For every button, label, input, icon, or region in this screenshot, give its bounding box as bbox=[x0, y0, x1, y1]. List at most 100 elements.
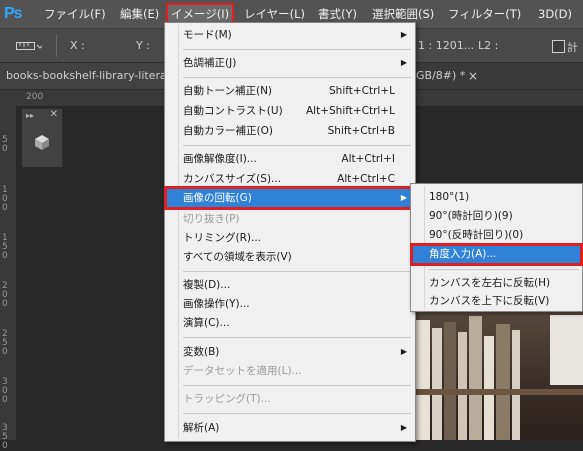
menu-separator bbox=[183, 337, 411, 338]
menu-item-label: すべての領域を表示(V) bbox=[183, 251, 292, 263]
menu-item-duplicate[interactable]: 複製(D)... bbox=[167, 275, 413, 295]
menu-image[interactable]: イメージ(I) bbox=[165, 3, 235, 25]
ruler-tick: 5 0 bbox=[2, 135, 8, 154]
shelf-board bbox=[410, 389, 583, 395]
menu-item-label: 自動カラー補正(O) bbox=[183, 125, 273, 137]
floating-tool-panel: ▸▸ ✕ bbox=[21, 108, 63, 168]
submenu-arrow-icon: ▶ bbox=[400, 193, 407, 202]
menu-item-variables[interactable]: 変数(B) ▶ bbox=[167, 342, 413, 362]
menu-item-label: 色調補正(J) bbox=[183, 57, 237, 69]
menu-item-image-size[interactable]: 画像解像度(I)... Alt+Ctrl+I bbox=[167, 149, 413, 169]
menu-3d[interactable]: 3D(D) bbox=[534, 4, 576, 24]
document-image bbox=[410, 305, 583, 440]
close-tab-icon[interactable]: × bbox=[462, 63, 484, 89]
rotation-submenu: 180°(1) 90°(時計回り)(9) 90°(反時計回り)(0) 角度入力(… bbox=[410, 183, 583, 312]
menu-item-auto-tone[interactable]: 自動トーン補正(N) Shift+Ctrl+L bbox=[167, 81, 413, 101]
checkbox-label: 計 bbox=[567, 41, 578, 54]
book-spine bbox=[496, 324, 510, 440]
menu-item-label: 変数(B) bbox=[183, 346, 220, 358]
ruler-tick: 2 0 0 bbox=[2, 281, 8, 309]
menu-item-rotate-90-ccw[interactable]: 90°(反時計回り)(0) bbox=[413, 225, 580, 245]
ruler-tool-icon[interactable] bbox=[16, 41, 44, 50]
photoshop-logo: Ps bbox=[4, 5, 23, 22]
menu-shortcut: Alt+Ctrl+I bbox=[341, 153, 395, 165]
menu-file[interactable]: ファイル(F) bbox=[40, 4, 110, 24]
menu-item-label: 自動トーン補正(N) bbox=[183, 85, 273, 97]
book-spine bbox=[444, 322, 456, 440]
menu-type[interactable]: 書式(Y) bbox=[314, 4, 361, 24]
3d-cube-icon[interactable] bbox=[33, 133, 51, 151]
menu-item-auto-contrast[interactable]: 自動コントラスト(U) Alt+Shift+Ctrl+L bbox=[167, 101, 413, 121]
menu-item-canvas-size[interactable]: カンバスサイズ(S)... Alt+Ctrl+C bbox=[167, 169, 413, 189]
menu-separator bbox=[429, 269, 579, 270]
book-spine bbox=[416, 320, 430, 440]
menu-separator bbox=[183, 145, 411, 146]
menu-item-adjustments[interactable]: 色調補正(J) ▶ bbox=[167, 53, 413, 73]
menu-item-rotate-90-cw[interactable]: 90°(時計回り)(9) bbox=[413, 206, 580, 226]
menu-item-apply-image[interactable]: 画像操作(Y)... bbox=[167, 294, 413, 314]
menu-item-auto-color[interactable]: 自動カラー補正(O) Shift+Ctrl+B bbox=[167, 121, 413, 141]
menu-separator bbox=[183, 413, 411, 414]
menu-item-label: データセットを適用(L)... bbox=[183, 365, 302, 377]
menu-item-label: 180°(1) bbox=[429, 191, 470, 203]
expand-panel-icon[interactable]: ▸▸ bbox=[26, 111, 34, 120]
submenu-arrow-icon: ▶ bbox=[400, 347, 407, 356]
menu-item-label: モード(M) bbox=[183, 29, 232, 41]
y-label: Y : bbox=[136, 39, 150, 52]
submenu-arrow-icon: ▶ bbox=[400, 58, 407, 67]
menu-separator bbox=[183, 49, 411, 50]
book-spine bbox=[469, 316, 482, 440]
l2-label: L2 : bbox=[478, 39, 499, 52]
menu-item-apply-dataset: データセットを適用(L)... bbox=[167, 361, 413, 381]
book-cover bbox=[550, 315, 583, 385]
menu-select[interactable]: 選択範囲(S) bbox=[368, 4, 438, 24]
menu-item-calculations[interactable]: 演算(C)... bbox=[167, 313, 413, 333]
submenu-arrow-icon: ▶ bbox=[400, 423, 407, 432]
menu-item-crop: 切り抜き(P) bbox=[167, 209, 413, 229]
close-panel-icon[interactable]: ✕ bbox=[50, 109, 58, 120]
menu-item-trim[interactable]: トリミング(R)... bbox=[167, 228, 413, 248]
book-spine bbox=[484, 336, 494, 440]
menu-shortcut: Alt+Shift+Ctrl+L bbox=[305, 105, 395, 117]
menu-item-rotate-180[interactable]: 180°(1) bbox=[413, 187, 580, 207]
ruler-tick: 1 0 0 bbox=[2, 185, 8, 213]
menu-item-label: カンバスサイズ(S)... bbox=[183, 173, 282, 185]
document-tab[interactable]: books-bookshelf-library-litera bbox=[0, 63, 164, 89]
ruler-tick: 1 5 0 bbox=[2, 233, 8, 261]
menu-shortcut: Shift+Ctrl+B bbox=[327, 125, 395, 137]
menu-item-label: 画像解像度(I)... bbox=[183, 153, 257, 165]
menu-item-label: 画像操作(Y)... bbox=[183, 298, 250, 310]
menu-edit[interactable]: 編集(E) bbox=[116, 4, 163, 24]
menu-separator bbox=[183, 385, 411, 386]
menu-separator bbox=[183, 271, 411, 272]
menu-filter[interactable]: フィルター(T) bbox=[444, 4, 525, 24]
options-divider bbox=[56, 35, 57, 57]
menu-item-label: 角度入力(A)... bbox=[429, 248, 497, 260]
menu-item-label: 解析(A) bbox=[183, 422, 220, 434]
menu-item-label: 演算(C)... bbox=[183, 317, 230, 329]
ruler-tick: 200 bbox=[26, 92, 44, 102]
menu-item-label: カンバスを左右に反転(H) bbox=[429, 277, 551, 289]
value-readout: 1 : 1201... bbox=[418, 39, 475, 52]
menu-item-label: 画像の回転(G) bbox=[183, 192, 252, 204]
menu-item-mode[interactable]: モード(M) ▶ bbox=[167, 25, 413, 45]
menu-item-label: 複製(D)... bbox=[183, 279, 231, 291]
option-checkbox[interactable] bbox=[552, 40, 565, 53]
submenu-arrow-icon: ▶ bbox=[400, 30, 407, 39]
menu-item-label: トラッピング(T)... bbox=[183, 393, 271, 405]
image-menu: モード(M) ▶ 色調補正(J) ▶ 自動トーン補正(N) Shift+Ctrl+L … bbox=[164, 22, 416, 442]
ruler-tick: 2 5 0 bbox=[2, 329, 8, 357]
ruler-tick: 3 5 0 bbox=[2, 423, 8, 451]
menu-item-label: 自動コントラスト(U) bbox=[183, 105, 283, 117]
menu-layer[interactable]: レイヤー(L) bbox=[240, 4, 309, 24]
menu-item-image-rotation[interactable]: 画像の回転(G) ▶ bbox=[164, 186, 416, 210]
book-spine bbox=[432, 328, 442, 440]
menu-item-flip-vertical[interactable]: カンバスを上下に反転(V) bbox=[413, 291, 580, 311]
menu-shortcut: Shift+Ctrl+L bbox=[329, 85, 395, 97]
menu-item-analysis[interactable]: 解析(A) ▶ bbox=[167, 418, 413, 438]
menu-item-arbitrary-angle[interactable]: 角度入力(A)... bbox=[410, 243, 583, 266]
menu-item-reveal-all[interactable]: すべての領域を表示(V) bbox=[167, 247, 413, 267]
menu-item-flip-horizontal[interactable]: カンバスを左右に反転(H) bbox=[413, 273, 580, 293]
menu-shortcut: Alt+Ctrl+C bbox=[337, 173, 395, 185]
document-title: books-bookshelf-library-litera bbox=[6, 69, 164, 82]
